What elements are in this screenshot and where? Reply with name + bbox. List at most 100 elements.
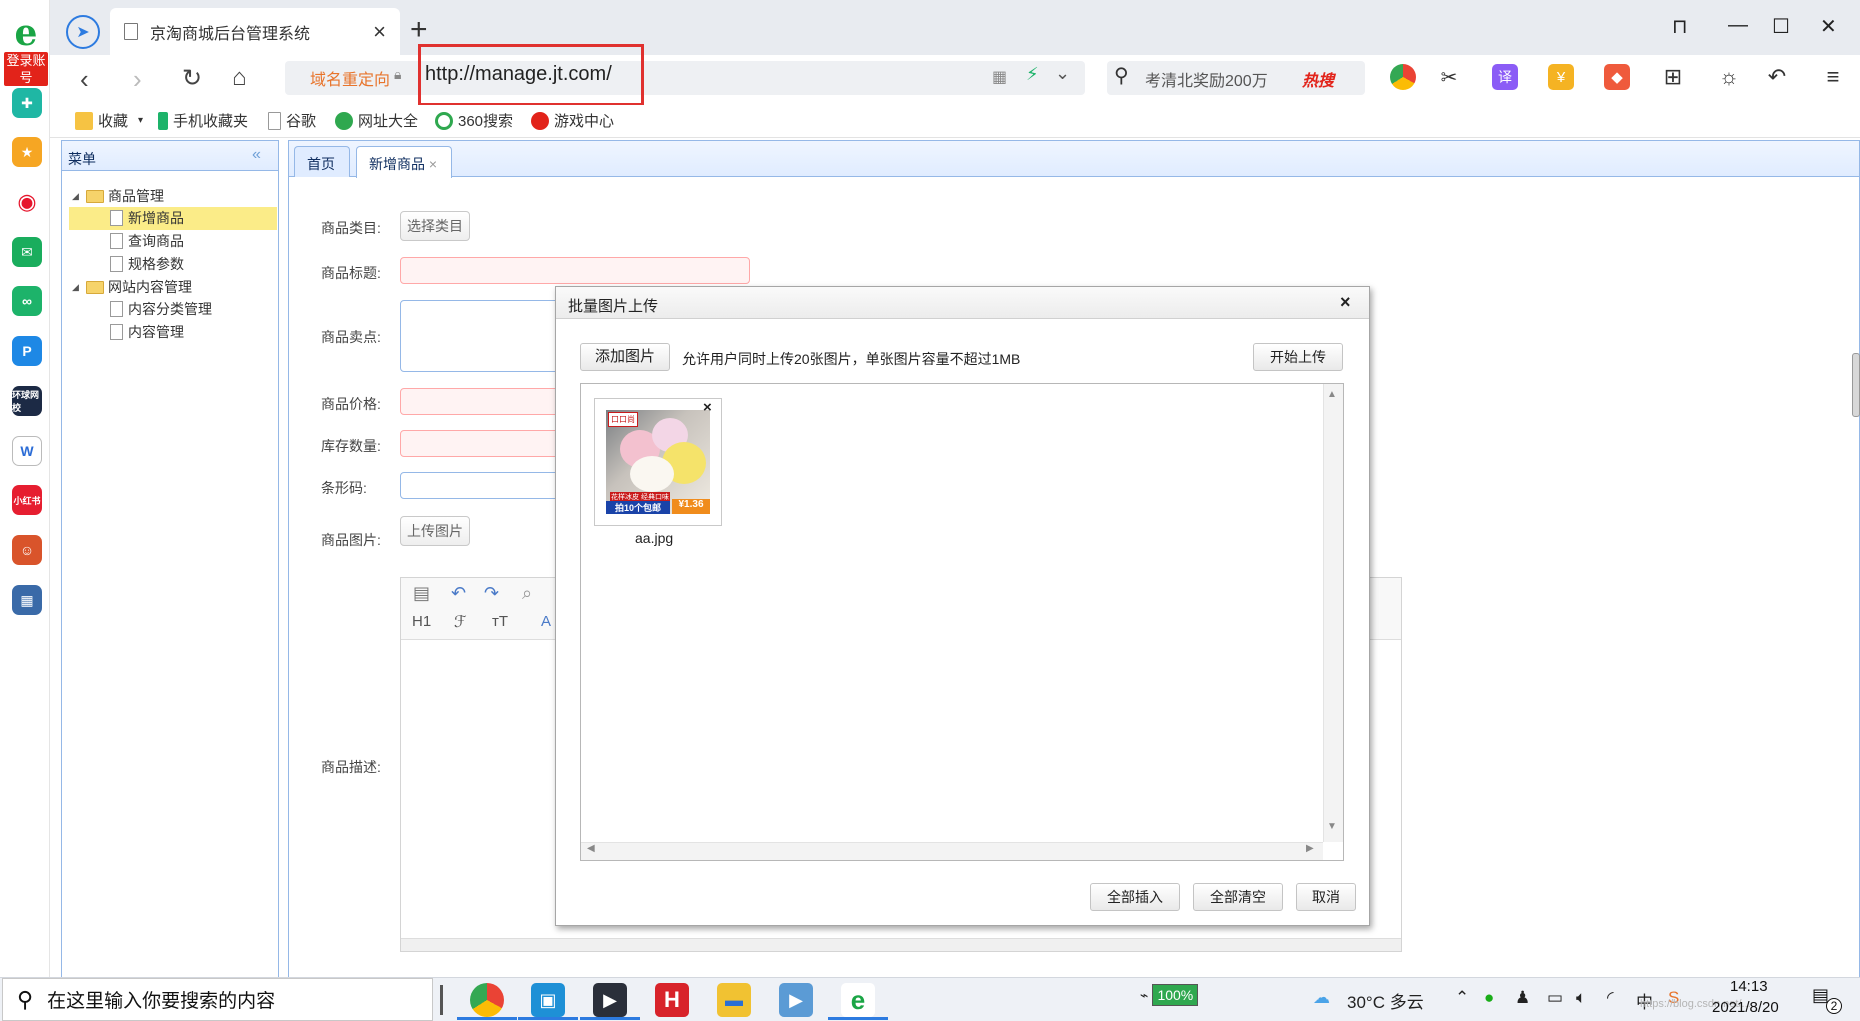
tab-home[interactable]: 首页 <box>294 146 350 177</box>
wechat-icon[interactable]: ● <box>1484 988 1494 1008</box>
clock-time[interactable]: 14:13 <box>1730 978 1768 995</box>
tab-close-icon[interactable]: × <box>373 19 386 45</box>
menu-icon[interactable]: ≡ <box>1820 64 1846 90</box>
refresh-icon[interactable]: ↻ <box>182 64 202 93</box>
bookmark-google[interactable]: 谷歌 <box>268 110 316 131</box>
bookmark-mobile[interactable]: 手机收藏夹 <box>158 110 248 131</box>
select-category-button[interactable]: 选择类目 <box>400 211 470 241</box>
minimize-button[interactable]: — <box>1728 14 1748 37</box>
qq-icon[interactable]: ♟ <box>1515 988 1530 1008</box>
battery-icon[interactable]: ▭ <box>1547 988 1563 1008</box>
hbuilder-icon[interactable]: H <box>655 983 689 1017</box>
file-explorer-icon[interactable]: ▬ <box>717 983 751 1017</box>
upload-image-button[interactable]: 上传图片 <box>400 516 470 546</box>
sellpoint-textarea[interactable] <box>400 300 560 372</box>
gamepad-icon[interactable]: ◆ <box>1604 64 1630 90</box>
title-input[interactable] <box>400 257 750 284</box>
global-school-icon[interactable]: 环球网校 <box>12 386 42 416</box>
tab-add-product[interactable]: 新增商品 × <box>356 146 452 178</box>
wifi-icon[interactable]: ◜ <box>1607 988 1614 1008</box>
redo-icon[interactable]: ↷ <box>484 583 499 604</box>
chevron-up-icon[interactable]: ⌃ <box>1455 988 1469 1008</box>
scissors-icon[interactable]: ✂ <box>1436 64 1462 90</box>
preview-icon[interactable]: ⌕ <box>522 583 532 604</box>
game-controller-icon[interactable]: ✚ <box>12 88 42 118</box>
browser-tab[interactable]: 京淘商城后台管理系统 × <box>110 8 400 55</box>
taskbar-search[interactable]: ⚲ 在这里输入你要搜索的内容 <box>2 978 433 1021</box>
xiaohongshu-icon[interactable]: 小红书 <box>12 485 42 515</box>
favorites-star-icon[interactable]: ★ <box>12 137 42 167</box>
heading-dropdown[interactable]: H1 <box>412 613 431 630</box>
speed-bolt-icon[interactable]: ⚡ <box>1026 64 1039 85</box>
collapse-icon[interactable]: « <box>252 146 261 164</box>
bookmark-sites[interactable]: 网址大全 <box>335 110 418 131</box>
maximize-button[interactable]: ☐ <box>1772 14 1790 39</box>
redirect-label[interactable]: 域名重定向 <box>310 66 390 90</box>
chevron-down-icon[interactable]: ⌄ <box>1055 63 1070 84</box>
battery-indicator[interactable]: ⌁ 100% <box>1140 984 1199 1006</box>
stock-input[interactable] <box>400 430 560 457</box>
sidebar-item-query-product[interactable]: 查询商品 <box>110 230 184 252</box>
forward-icon[interactable]: › <box>133 64 142 95</box>
editor-resize-bar[interactable] <box>401 938 1401 951</box>
navigation-icon[interactable]: ➤ <box>66 15 100 49</box>
back-icon[interactable]: ‹ <box>80 64 89 95</box>
link-icon[interactable]: ∞ <box>12 286 42 316</box>
barcode-input[interactable] <box>400 472 560 499</box>
weather-text[interactable]: 30°C 多云 <box>1347 988 1424 1013</box>
video-player-icon[interactable]: ▶ <box>779 983 813 1017</box>
page-scroll-handle[interactable] <box>1852 353 1860 417</box>
scroll-right-icon[interactable]: ▶ <box>1306 843 1314 854</box>
hot-search-label[interactable]: 热搜 <box>1302 67 1334 91</box>
mail-icon[interactable]: ✉ <box>12 237 42 267</box>
sidebar-item-content-manage[interactable]: 内容管理 <box>110 321 184 343</box>
browser-logo[interactable]: e 登录账号 <box>4 14 48 86</box>
cancel-button[interactable]: 取消 <box>1296 883 1356 911</box>
address-bar[interactable] <box>285 61 1085 95</box>
undo-icon[interactable]: ↶ <box>451 583 466 604</box>
word-doc-icon[interactable]: W <box>12 436 42 466</box>
pdf-icon[interactable]: P <box>12 336 42 366</box>
remote-desktop-icon[interactable]: ▣ <box>531 983 565 1017</box>
login-account-label[interactable]: 登录账号 <box>4 52 48 86</box>
chrome-icon[interactable] <box>470 983 504 1017</box>
brightness-icon[interactable]: ☼ <box>1716 64 1742 90</box>
coin-shield-icon[interactable]: ¥ <box>1548 64 1574 90</box>
font-family-dropdown[interactable]: ℱ <box>454 612 467 632</box>
city-game-icon[interactable]: ▦ <box>12 585 42 615</box>
remove-file-icon[interactable]: × <box>703 399 712 416</box>
dialog-close-icon[interactable]: × <box>1340 292 1351 313</box>
start-upload-button[interactable]: 开始上传 <box>1253 343 1343 371</box>
weibo-icon[interactable]: ◉ <box>12 187 42 217</box>
browser-icon[interactable]: e <box>841 983 875 1017</box>
sidebar-item-add-product[interactable]: 新增商品 <box>110 207 184 229</box>
home-icon[interactable]: ⌂ <box>232 64 247 92</box>
vertical-scrollbar[interactable] <box>1323 384 1343 842</box>
sidebar-item-spec-params[interactable]: 规格参数 <box>110 253 184 275</box>
add-image-button[interactable]: 添加图片 <box>580 343 670 371</box>
terminal-icon[interactable]: ▶ <box>593 983 627 1017</box>
tree-group-product[interactable]: ◢ 商品管理 <box>72 185 164 207</box>
insert-all-button[interactable]: 全部插入 <box>1090 883 1180 911</box>
sidebar-item-content-category[interactable]: 内容分类管理 <box>110 298 212 320</box>
qr-code-icon[interactable]: ▦ <box>992 67 1007 87</box>
translate-icon[interactable]: 译 <box>1492 64 1518 90</box>
clear-all-button[interactable]: 全部清空 <box>1193 883 1283 911</box>
horizontal-scrollbar[interactable] <box>581 842 1323 860</box>
clock-date[interactable]: 2021/8/20 <box>1712 999 1779 1016</box>
bookmark-favorites[interactable]: 收藏 ▾ <box>75 110 143 131</box>
font-color-button[interactable]: A <box>541 613 551 630</box>
skin-icon[interactable]: ⊓ <box>1672 14 1688 39</box>
scroll-left-icon[interactable]: ◀ <box>587 843 595 854</box>
bookmark-games[interactable]: 游戏中心 <box>531 110 614 131</box>
close-window-button[interactable]: ✕ <box>1820 14 1837 39</box>
scroll-down-icon[interactable]: ▼ <box>1327 821 1337 832</box>
tree-group-content[interactable]: ◢ 网站内容管理 <box>72 276 192 298</box>
price-input[interactable] <box>400 388 560 415</box>
bookmark-360search[interactable]: 360搜索 <box>435 110 513 131</box>
chrome-extension-icon[interactable] <box>1390 64 1416 90</box>
tab-close-icon[interactable]: × <box>429 156 437 172</box>
apps-grid-icon[interactable]: ⊞ <box>1660 64 1686 90</box>
volume-icon[interactable]: 🔈︎ <box>1576 988 1586 1008</box>
new-tab-button[interactable]: + <box>410 13 428 47</box>
